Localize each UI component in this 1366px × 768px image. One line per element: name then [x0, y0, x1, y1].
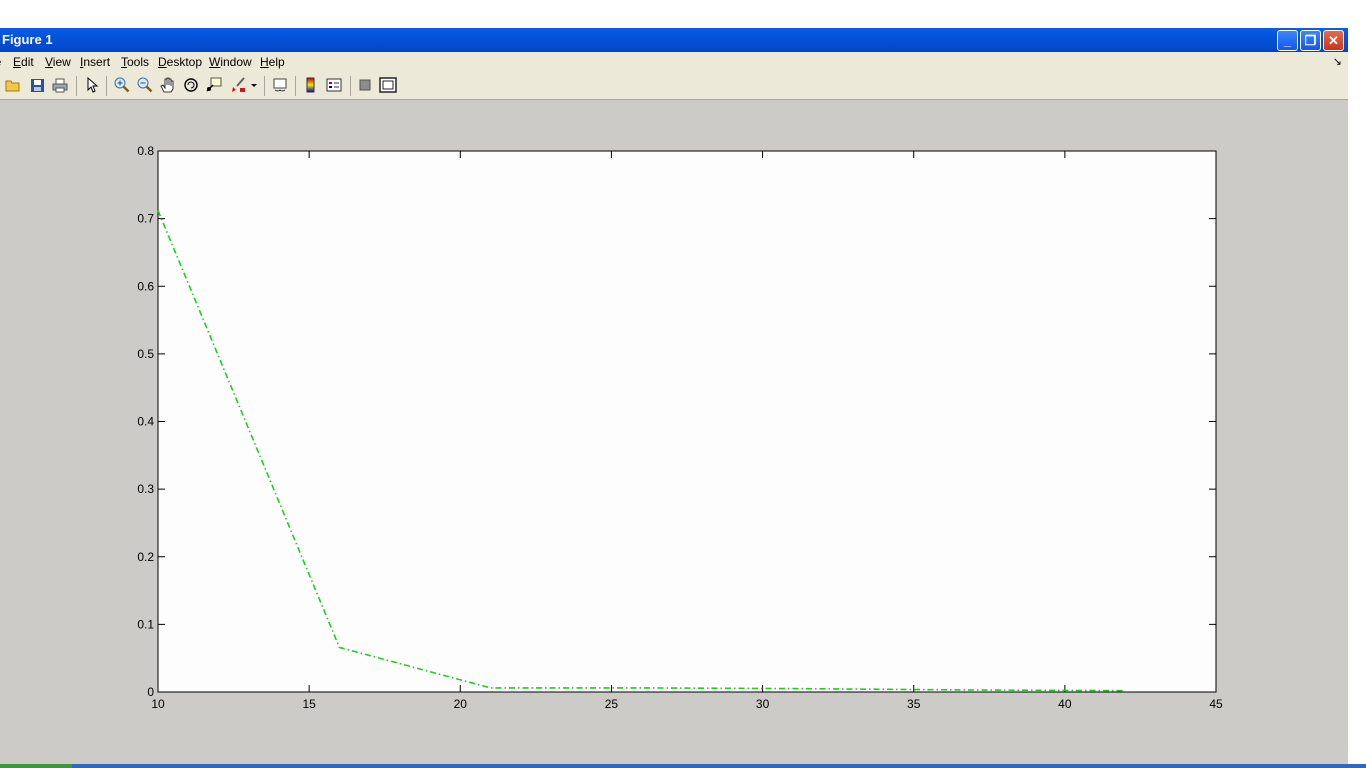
start-button-edge — [0, 764, 72, 768]
x-tick-label: 20 — [454, 697, 468, 711]
x-tick-label: 40 — [1058, 697, 1072, 711]
y-tick-label: 0.2 — [137, 550, 154, 564]
chart-area[interactable]: 10 15 20 25 30 35 40 45 0 0.1 0.2 0.3 0.4 0.5 0.6 0.7 0.… — [0, 0, 1366, 768]
axes-background — [157, 150, 1217, 693]
y-tick-label: 0.5 — [137, 347, 154, 361]
y-tick-label: 0.8 — [137, 144, 154, 158]
y-tick-label: 0.4 — [137, 415, 154, 429]
y-tick-label: 0.3 — [137, 482, 154, 496]
x-tick-label: 30 — [756, 697, 770, 711]
y-tick-label: 0.6 — [137, 279, 154, 293]
y-tick-label: 0.7 — [137, 212, 154, 226]
taskbar-edge — [0, 764, 1366, 768]
x-tick-label: 45 — [1209, 697, 1223, 711]
y-tick-label: 0.1 — [137, 617, 154, 631]
x-tick-label: 15 — [302, 697, 316, 711]
x-tick-label: 25 — [605, 697, 619, 711]
y-tick-label: 0 — [147, 685, 154, 699]
x-tick-label: 35 — [907, 697, 921, 711]
x-tick-label: 10 — [151, 697, 165, 711]
